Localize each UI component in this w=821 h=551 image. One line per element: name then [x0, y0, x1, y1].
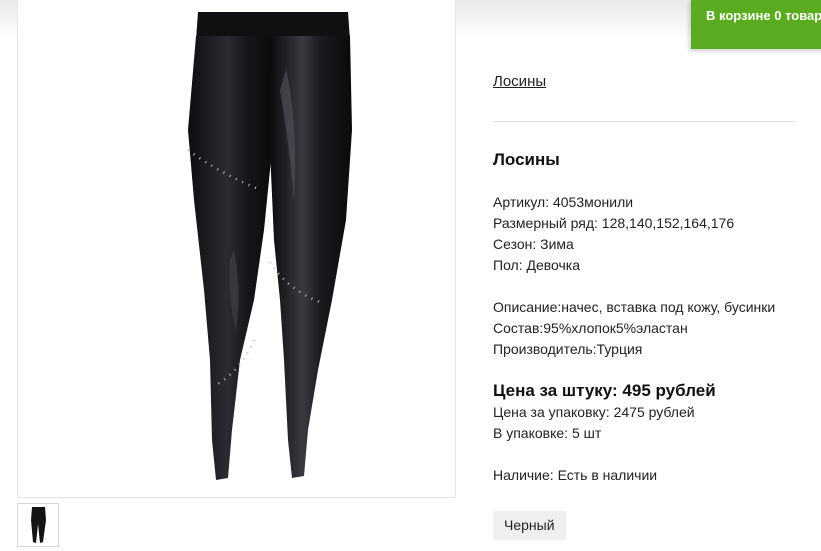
- product-main-image[interactable]: [17, 0, 456, 498]
- pack-price: Цена за упаковку: 2475 рублей: [493, 404, 695, 420]
- breadcrumb-link[interactable]: Лосины: [493, 73, 546, 90]
- product-thumbnail[interactable]: [17, 503, 59, 547]
- cart-badge-text: В корзине 0 товаров: [706, 8, 821, 23]
- leggings-image: [187, 12, 352, 480]
- availability-text: Наличие: Есть в наличии: [493, 467, 658, 483]
- unit-price: Цена за штуку: 495 рублей: [493, 381, 716, 400]
- divider: [493, 121, 796, 122]
- leggings-thumbnail-image: [31, 507, 46, 543]
- pack-quantity: В упаковке: 5 шт: [493, 425, 602, 441]
- composition-text: Состав:95%хлопок5%эластан: [493, 320, 688, 336]
- manufacturer-text: Производитель:Турция: [493, 341, 643, 357]
- season-text: Сезон: Зима: [493, 236, 574, 252]
- product-title: Лосины: [493, 150, 560, 169]
- gender-text: Пол: Девочка: [493, 257, 581, 273]
- description-text: Описание:начес, вставка под кожу, бусинк…: [493, 299, 776, 315]
- sizes-text: Размерный ряд: 128,140,152,164,176: [493, 215, 735, 231]
- cart-badge[interactable]: В корзине 0 товаров: [691, 0, 821, 49]
- color-option-button[interactable]: Черный: [493, 511, 566, 540]
- article-text: Артикул: 4053монили: [493, 194, 634, 210]
